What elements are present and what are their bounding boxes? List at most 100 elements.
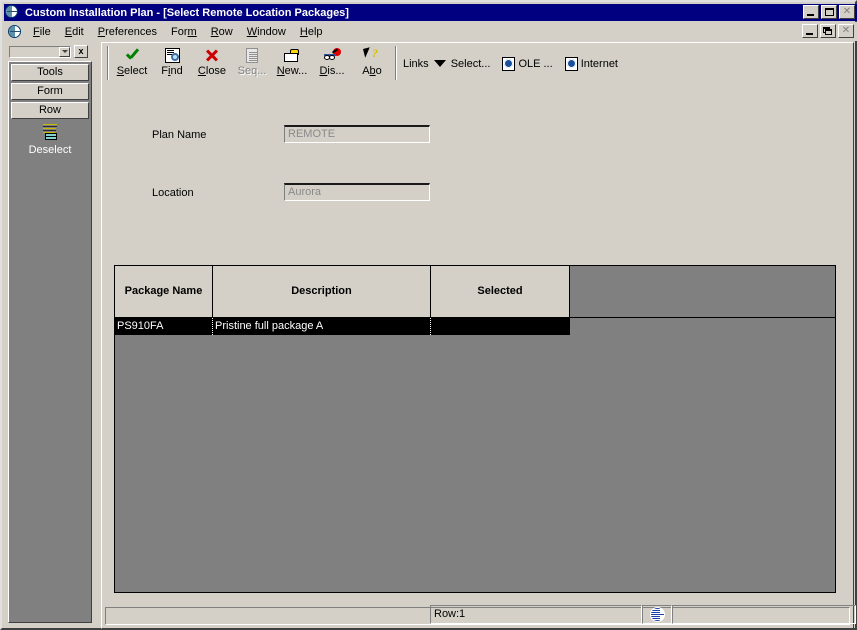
close-x-icon xyxy=(201,47,223,64)
ole-icon xyxy=(502,56,516,71)
links-label: Links xyxy=(403,57,429,70)
packages-grid[interactable]: Package Name Description Selected PS910F… xyxy=(114,265,836,593)
links-item-select[interactable]: Select... xyxy=(451,58,491,72)
mdi-child-system-icon[interactable] xyxy=(8,25,21,38)
application-window: Custom Installation Plan - [Select Remot… xyxy=(0,0,857,630)
grid-cell-selected[interactable] xyxy=(431,318,570,335)
sidebar-panel: Tools Form Row Deselect xyxy=(8,61,92,623)
toolbar-new-label: New... xyxy=(276,65,308,77)
menu-item-form[interactable]: Form xyxy=(164,25,204,39)
grid-cell-package-name[interactable]: PS910FA xyxy=(115,318,213,335)
menu-help-rest: elp xyxy=(307,25,323,38)
new-folder-icon xyxy=(281,47,303,64)
links-item-ole[interactable]: OLE ... xyxy=(518,58,552,72)
chevron-down-icon[interactable] xyxy=(59,46,70,57)
toolbar-button-about[interactable]: ? Abo xyxy=(352,45,392,81)
toolbar-about-label: Abo xyxy=(362,65,382,77)
toolbar-button-seq: Seq... xyxy=(232,45,272,81)
sidebar-combo-row: x xyxy=(9,45,88,58)
deselect-icon xyxy=(39,124,61,142)
menu-item-help[interactable]: Help xyxy=(293,25,330,39)
menu-item-preferences[interactable]: Preferences xyxy=(91,25,164,39)
grid-header-row: Package Name Description Selected xyxy=(115,266,835,318)
grid-header-selected[interactable]: Selected xyxy=(431,266,570,318)
toolbar-seq-label: Seq... xyxy=(237,65,267,77)
toolbar-dis-label: Dis... xyxy=(319,65,345,77)
mdi-restore-button[interactable] xyxy=(820,24,836,38)
mdi-minimize-button[interactable] xyxy=(802,24,818,38)
toolbar-separator-mid xyxy=(395,46,397,80)
toolbar-button-new[interactable]: New... xyxy=(272,45,312,81)
grid-header-description[interactable]: Description xyxy=(213,266,431,318)
toolbar-button-select[interactable]: Select xyxy=(112,45,152,81)
menu-row-mnemonic: R xyxy=(210,25,219,38)
toolbar-button-dis[interactable]: Dis... xyxy=(312,45,352,81)
menu-edit-mnemonic: E xyxy=(64,25,73,38)
menu-help-mnemonic: H xyxy=(299,25,308,38)
menu-pref-mnemonic: P xyxy=(97,25,106,38)
menu-item-window[interactable]: Window xyxy=(240,25,293,39)
mdi-close-button[interactable]: ✕ xyxy=(838,24,854,38)
status-bar-spacer xyxy=(5,605,430,624)
sidebar-action-label: Deselect xyxy=(28,144,72,156)
toolbar-select-label: Select xyxy=(116,65,148,77)
grid-header-package-name[interactable]: Package Name xyxy=(115,266,213,318)
menu-item-edit[interactable]: Edit xyxy=(58,25,91,39)
sidebar: x Tools Form Row Deselect xyxy=(5,42,98,628)
plan-name-field[interactable]: REMOTE xyxy=(284,125,430,143)
window-menu-icon[interactable] xyxy=(5,5,21,20)
sequence-icon xyxy=(241,47,263,64)
grid-row-filler xyxy=(570,318,835,335)
title-bar: Custom Installation Plan - [Select Remot… xyxy=(4,4,857,21)
mdi-child-window: Select Find Close Seq... New... Dis... ?… xyxy=(101,42,854,629)
toolbar-button-close[interactable]: Close xyxy=(192,45,232,81)
menu-window-rest: indow xyxy=(257,25,286,38)
display-icon xyxy=(321,47,343,64)
menu-bar: File Edit Preferences Form Row Window He… xyxy=(4,22,857,41)
toolbar-close-label: Close xyxy=(197,65,227,77)
sidebar-combo-input[interactable] xyxy=(9,45,71,58)
table-row[interactable]: PS910FA Pristine full package A xyxy=(115,318,835,335)
globe-icon xyxy=(5,5,18,18)
links-item-internet[interactable]: Internet xyxy=(581,58,618,72)
mdi-window-controls: ✕ xyxy=(802,24,854,38)
close-button[interactable]: ✕ xyxy=(839,5,855,19)
window-title: Custom Installation Plan - [Select Remot… xyxy=(25,6,349,19)
toolbar-button-find[interactable]: Find xyxy=(152,45,192,81)
menu-pref-rest: references xyxy=(105,25,158,38)
location-label: Location xyxy=(152,187,194,199)
maximize-button[interactable] xyxy=(821,5,837,19)
check-icon xyxy=(121,47,143,64)
toolbar-separator-left xyxy=(107,46,109,80)
sidebar-action-deselect[interactable]: Deselect xyxy=(9,124,91,156)
status-globe-cell[interactable] xyxy=(642,605,672,624)
grid-cell-description[interactable]: Pristine full package A xyxy=(213,318,431,335)
menu-item-row[interactable]: Row xyxy=(204,25,240,39)
status-bar-right-panel xyxy=(672,605,856,624)
toolbar-find-label: Find xyxy=(161,65,183,77)
window-controls: ✕ xyxy=(803,5,855,19)
grid-header-filler xyxy=(570,266,835,318)
chevron-down-icon[interactable] xyxy=(433,60,446,67)
sidebar-item-row[interactable]: Row xyxy=(11,102,89,119)
menu-file-rest: ile xyxy=(39,25,51,38)
menu-form-mnemonic: m xyxy=(187,25,197,38)
menu-window-mnemonic: W xyxy=(246,25,258,38)
status-bar: Row:1 xyxy=(5,604,856,625)
menu-edit-rest: dit xyxy=(72,25,84,38)
menu-item-file[interactable]: File xyxy=(26,25,58,39)
location-field[interactable]: Aurora xyxy=(284,183,430,201)
sidebar-close-button[interactable]: x xyxy=(74,45,88,58)
internet-icon xyxy=(564,56,578,71)
sidebar-item-tools[interactable]: Tools xyxy=(11,64,89,81)
status-row-indicator: Row:1 xyxy=(430,605,642,624)
globe-icon xyxy=(8,25,21,38)
plan-name-label: Plan Name xyxy=(152,129,207,141)
internet-globe-icon xyxy=(649,607,665,622)
toolbar: Select Find Close Seq... New... Dis... ?… xyxy=(104,45,851,84)
sidebar-item-form[interactable]: Form xyxy=(11,83,89,100)
minimize-button[interactable] xyxy=(803,5,819,19)
about-cursor-icon: ? xyxy=(361,47,383,64)
find-icon xyxy=(161,47,183,64)
menu-file-mnemonic: F xyxy=(33,25,40,38)
